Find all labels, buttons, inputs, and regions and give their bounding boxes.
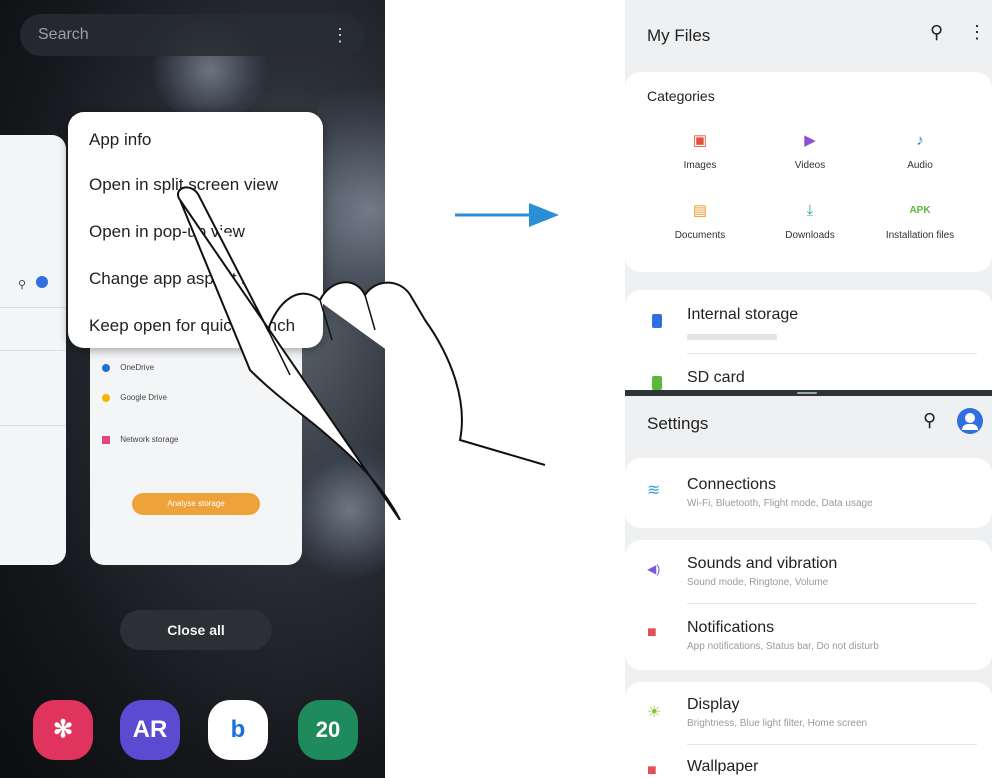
close-all-button[interactable]: Close all [120, 610, 272, 650]
category-label: Audio [907, 160, 933, 171]
search-icon[interactable]: ⚲ [930, 22, 943, 43]
categories-heading: Categories [647, 88, 715, 104]
internal-storage-label[interactable]: Internal storage [687, 306, 798, 324]
download-icon: ⤓ [806, 202, 814, 219]
account-head [965, 413, 975, 423]
categories-panel: Categories ▣ Images ▶ Videos ♪ Audio ▤ D… [625, 72, 992, 272]
divider [687, 744, 977, 745]
video-icon: ▶ [804, 132, 816, 149]
settings-item-subtitle: Wi-Fi, Bluetooth, Flight mode, Data usag… [687, 498, 873, 509]
more-options-icon[interactable]: ⋮ [968, 22, 986, 43]
divider [0, 350, 66, 351]
settings-item-display[interactable]: Display [687, 696, 739, 714]
ar-zone-icon[interactable]: AR [120, 700, 180, 760]
category-installation-files[interactable]: APK Installation files [870, 202, 970, 241]
settings-item-notifications[interactable]: Notifications [687, 619, 774, 637]
settings-item-connections[interactable]: Connections [687, 476, 776, 494]
more-options-icon[interactable]: ⋮ [331, 14, 349, 56]
divider-handle[interactable] [797, 392, 817, 394]
category-videos[interactable]: ▶ Videos [760, 132, 860, 171]
divider [0, 307, 66, 308]
divider [687, 603, 977, 604]
split-screen-view: My Files ⚲ ⋮ Categories ▣ Images ▶ Video… [625, 0, 992, 778]
search-icon[interactable]: ⚲ [923, 410, 936, 431]
bixby-icon[interactable]: b [208, 700, 268, 760]
page-title: Settings [647, 414, 709, 433]
account-icon [36, 276, 48, 288]
menu-item-app-info[interactable]: App info [89, 130, 151, 150]
settings-item-subtitle: Sound mode, Ringtone, Volume [687, 577, 829, 588]
account-body [962, 424, 978, 430]
apk-icon: APK [909, 205, 931, 216]
category-label: Documents [674, 230, 726, 241]
category-audio[interactable]: ♪ Audio [870, 132, 970, 171]
divider [687, 353, 977, 354]
wallpaper-icon: ■ [647, 762, 657, 778]
category-downloads[interactable]: ⤓ Downloads [760, 202, 860, 241]
sd-card-icon [652, 376, 662, 390]
phone-storage-icon [652, 314, 662, 328]
category-label: Images [683, 160, 717, 171]
recent-app-card[interactable]: ⚲ [0, 135, 66, 565]
search-placeholder: Search [38, 26, 89, 43]
category-label: Installation files [885, 230, 955, 241]
page-title: My Files [647, 26, 711, 45]
notification-icon: ■ [647, 624, 657, 641]
hand-shape [177, 186, 546, 520]
settings-group: ☀ Display Brightness, Blue light filter,… [625, 682, 992, 778]
arrow-right-icon [455, 203, 559, 227]
settings-group: ◀) Sounds and vibration Sound mode, Ring… [625, 540, 992, 670]
storage-details-blurred [687, 334, 777, 340]
arrow-head [529, 203, 559, 227]
network-storage-icon [102, 435, 110, 444]
list-item: OneDrive [102, 363, 154, 372]
settings-group: ≋ Connections Wi-Fi, Bluetooth, Flight m… [625, 458, 992, 528]
category-documents[interactable]: ▤ Documents [650, 202, 750, 241]
account-icon[interactable] [957, 408, 983, 434]
divider [0, 425, 66, 426]
brightness-icon: ☀ [647, 704, 662, 721]
category-label: Videos [794, 160, 826, 171]
music-note-icon: ♪ [916, 132, 924, 149]
storage-panel: Internal storage SD card [625, 290, 992, 400]
settings-item-subtitle: Brightness, Blue light filter, Home scre… [687, 718, 868, 729]
calendar-icon[interactable]: 20 [298, 700, 358, 760]
search-bar[interactable]: Search ⋮ [20, 14, 365, 56]
settings-item-sounds[interactable]: Sounds and vibration [687, 555, 837, 573]
category-images[interactable]: ▣ Images [650, 132, 750, 171]
sd-card-label[interactable]: SD card [687, 369, 745, 387]
document-icon: ▤ [692, 202, 708, 219]
image-icon: ▣ [692, 132, 708, 149]
list-item-title: OneDrive [120, 363, 155, 372]
settings-item-wallpaper[interactable]: Wallpaper [687, 758, 758, 776]
hand-tap-illustration [177, 186, 546, 520]
onedrive-icon [102, 363, 110, 372]
gallery-icon[interactable]: ✻ [33, 700, 93, 760]
my-files-header: My Files ⚲ ⋮ [625, 0, 992, 66]
category-label: Downloads [785, 230, 835, 241]
settings-item-subtitle: App notifications, Status bar, Do not di… [687, 641, 879, 652]
wifi-icon: ≋ [647, 482, 661, 499]
settings-header: Settings ⚲ [625, 396, 992, 452]
search-icon: ⚲ [18, 279, 27, 291]
volume-icon: ◀) [647, 562, 661, 576]
google-drive-icon [102, 393, 110, 402]
